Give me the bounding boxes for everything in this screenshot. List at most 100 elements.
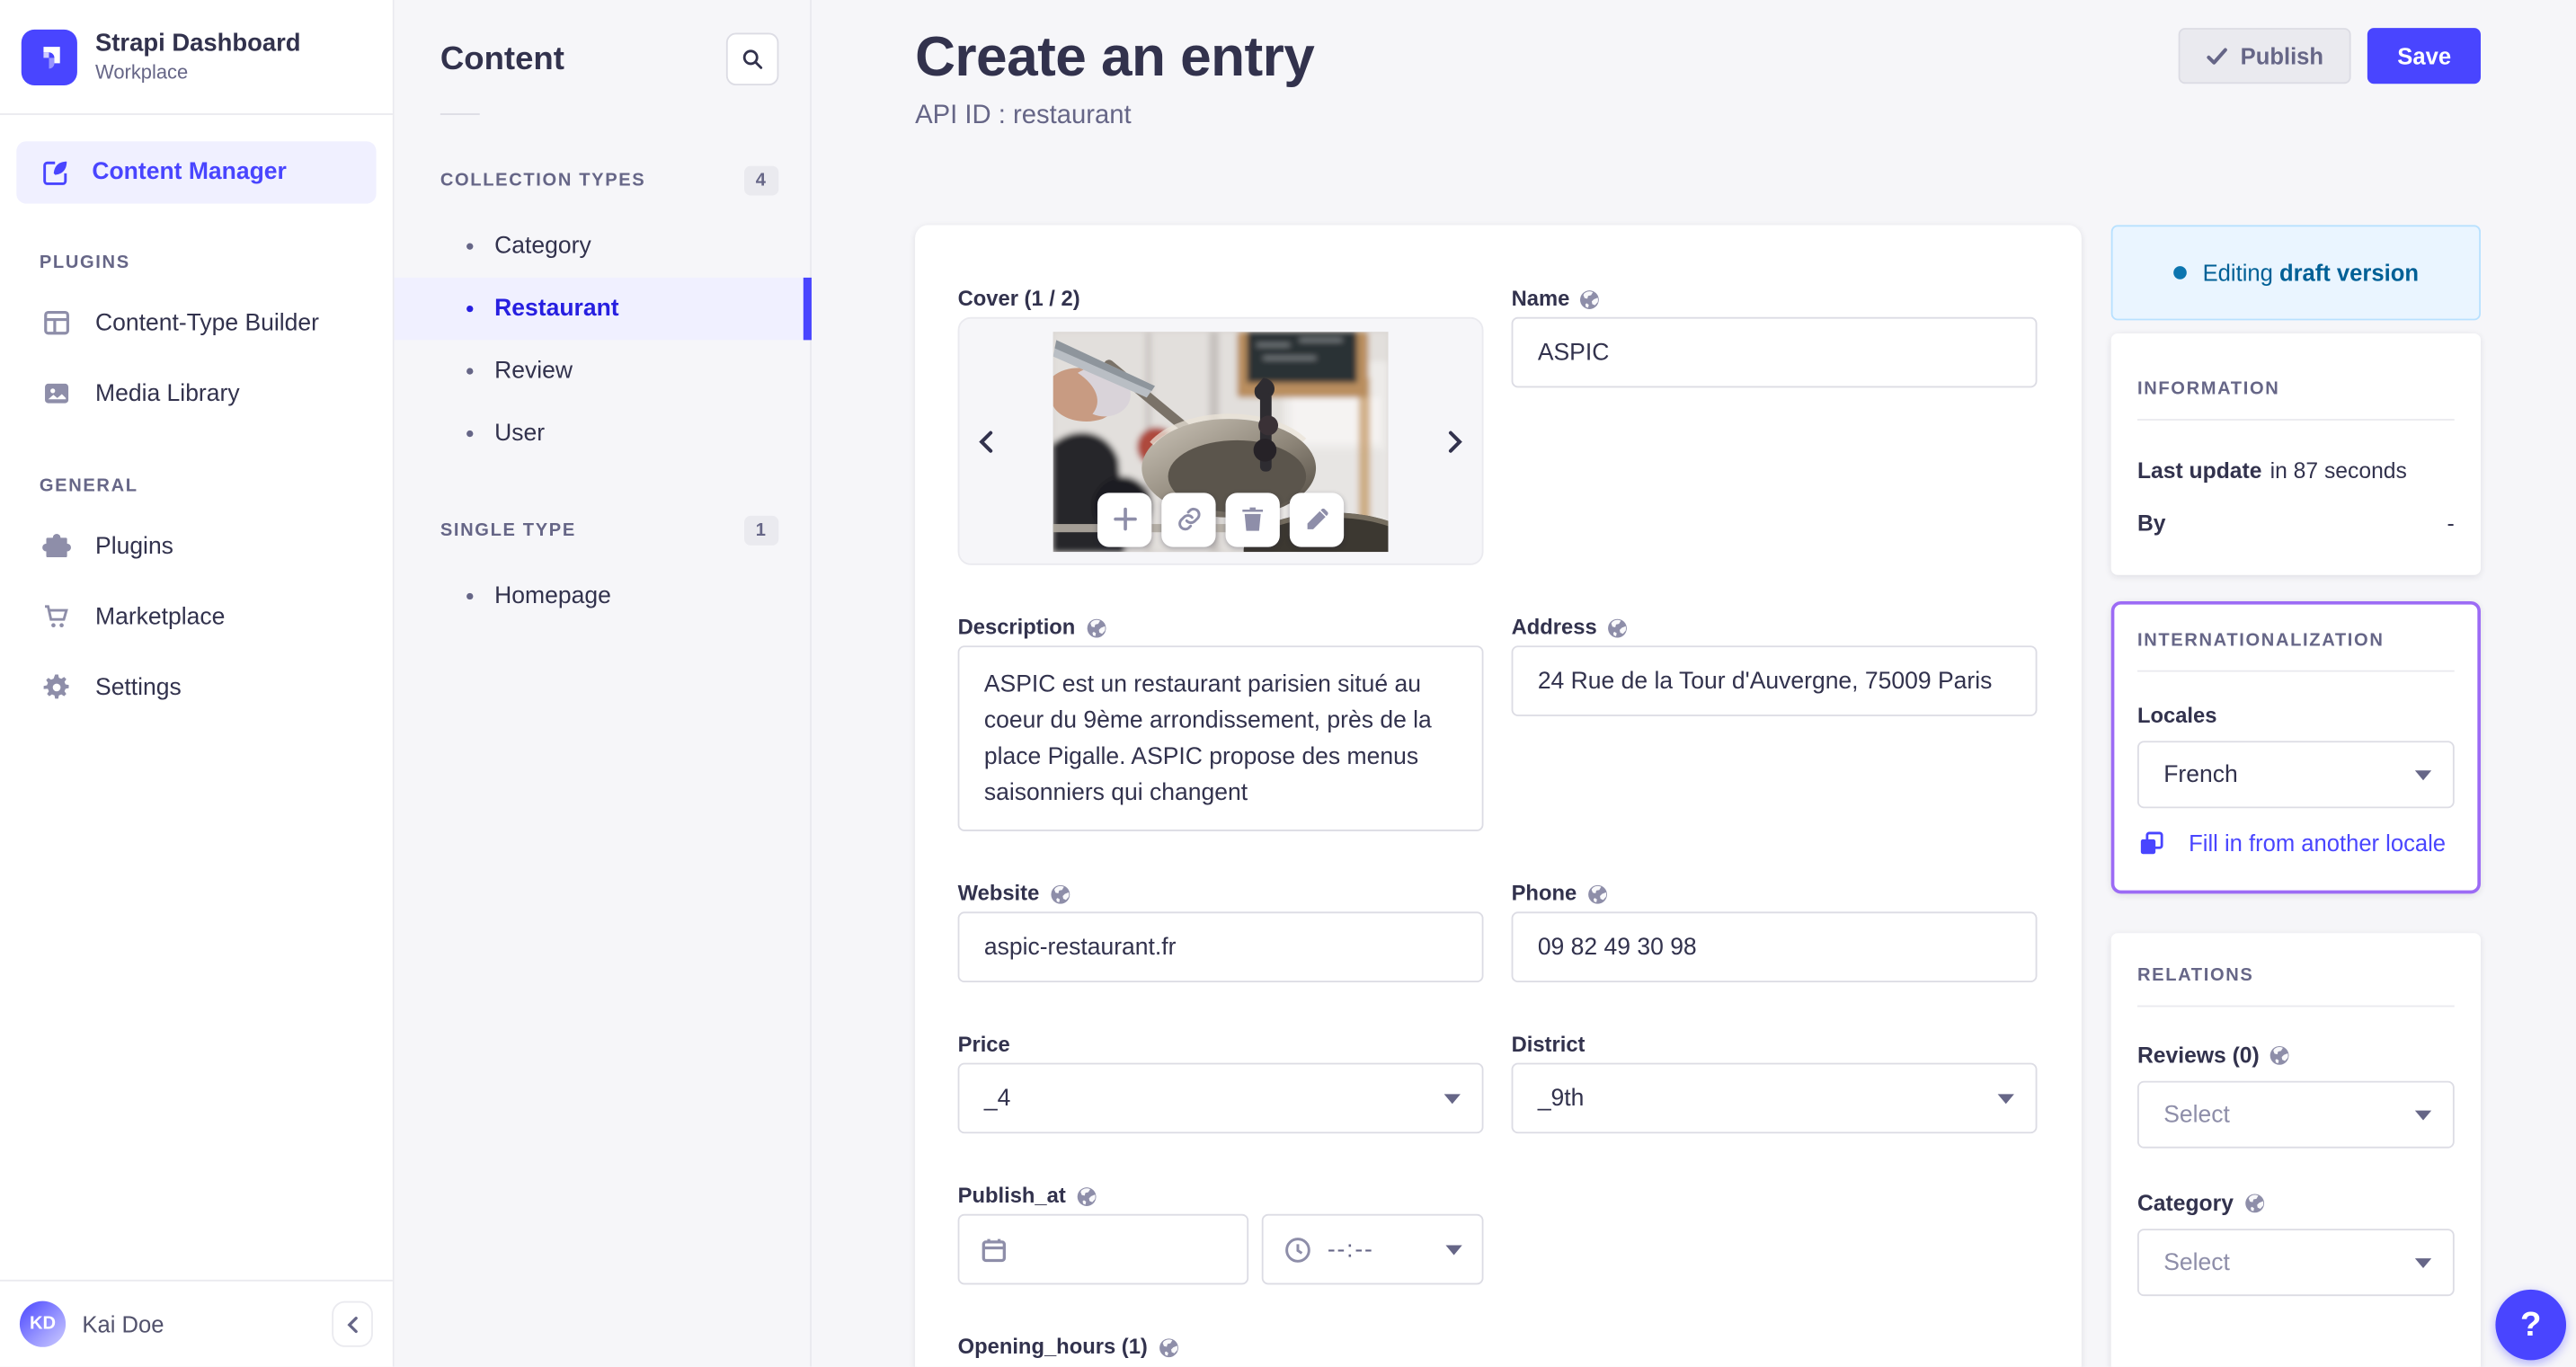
link-icon	[1177, 507, 1200, 531]
publish-button[interactable]: Publish	[2178, 28, 2352, 84]
bullet-icon	[466, 592, 474, 600]
copy-link-button[interactable]	[1161, 492, 1216, 546]
content-subnav: Content COLLECTION TYPES 4 Category Rest…	[394, 0, 812, 1367]
price-select-value: _4	[983, 1085, 1011, 1112]
publish-at-field-label: Publish_at	[958, 1184, 1484, 1208]
sidebar-item-label: Settings	[95, 674, 182, 701]
subnav-group-collection-types: COLLECTION TYPES 4	[440, 165, 779, 196]
locale-select[interactable]: French	[2136, 741, 2455, 809]
subnav-item-user[interactable]: User	[395, 403, 810, 465]
internationalization-heading: INTERNATIONALIZATION	[2136, 630, 2385, 651]
district-select-value: _9th	[1537, 1085, 1585, 1112]
search-button[interactable]	[725, 32, 779, 86]
fill-from-locale-link[interactable]: Fill in from another locale	[2137, 826, 2455, 860]
sidebar-item-marketplace[interactable]: Marketplace	[0, 583, 393, 651]
search-icon	[742, 49, 763, 69]
globe-icon	[1050, 883, 1070, 903]
carousel-next-button[interactable]	[1437, 423, 1473, 459]
divider	[440, 113, 480, 115]
website-field-label: Website	[958, 882, 1484, 906]
address-input[interactable]	[1511, 645, 2038, 716]
divider	[2136, 419, 2455, 421]
reviews-select[interactable]: Select	[2136, 1080, 2455, 1149]
reviews-field-label: Reviews (0)	[2137, 1043, 2455, 1068]
workspace-switcher[interactable]: Strapi Dashboard Workplace	[0, 0, 393, 115]
last-update-row: Last update in 87 seconds	[2136, 457, 2407, 484]
chevron-down-icon	[1997, 1093, 2014, 1104]
layout-icon	[40, 306, 73, 340]
count-badge: 4	[743, 165, 779, 196]
description-textarea[interactable]: ASPIC est un restaurant parisien situé a…	[957, 645, 1484, 831]
subnav-item-category[interactable]: Category	[395, 215, 810, 277]
sidebar-item-content-type-builder[interactable]: Content-Type Builder	[0, 289, 393, 357]
collapse-sidebar-button[interactable]	[332, 1300, 373, 1347]
edit-asset-button[interactable]	[1289, 492, 1345, 546]
cover-photo	[1053, 331, 1389, 552]
subnav-group-single-type: SINGLE TYPE 1	[440, 515, 779, 546]
subnav-item-review[interactable]: Review	[395, 340, 810, 402]
check-icon	[2206, 47, 2227, 64]
sidebar-section-plugins: PLUGINS	[39, 253, 130, 273]
feather-edit-icon	[38, 156, 71, 190]
strapi-app: Strapi Dashboard Workplace Content Manag…	[0, 0, 2576, 1367]
relations-card: RELATIONS Reviews (0) Select Category Se…	[2110, 933, 2481, 1367]
plus-icon	[1113, 507, 1136, 531]
globe-icon	[1077, 1186, 1097, 1206]
divider	[2136, 1005, 2455, 1007]
sidebar-item-label: Media Library	[95, 380, 240, 407]
name-input[interactable]	[1511, 316, 2038, 388]
website-input[interactable]	[957, 911, 1484, 983]
cart-icon	[40, 600, 73, 634]
subnav-item-label: User	[494, 420, 546, 448]
publish-date-picker[interactable]	[957, 1213, 1249, 1285]
entry-side-panel: Editing draft version INFORMATION Last u…	[2110, 225, 2481, 1367]
price-select[interactable]: _4	[957, 1062, 1484, 1134]
relations-heading: RELATIONS	[2136, 965, 2254, 986]
sidebar-item-media-library[interactable]: Media Library	[0, 360, 393, 427]
draft-status-text: Editing draft version	[2202, 259, 2419, 287]
help-button[interactable]: ?	[2495, 1289, 2567, 1361]
trash-icon	[1242, 507, 1264, 531]
cover-photo-actions	[1097, 492, 1345, 546]
bullet-icon	[466, 368, 474, 375]
subnav-item-homepage[interactable]: Homepage	[395, 565, 810, 627]
media-icon	[40, 377, 73, 410]
cover-carousel	[957, 316, 1484, 565]
bullet-icon	[466, 305, 474, 313]
sidebar-item-label: Marketplace	[95, 603, 226, 630]
chevron-right-icon	[1448, 430, 1462, 452]
avatar: KD	[19, 1300, 67, 1347]
delete-asset-button[interactable]	[1225, 492, 1280, 546]
publish-label: Publish	[2240, 42, 2324, 69]
globe-icon	[1159, 1337, 1178, 1357]
district-field-label: District	[1511, 1031, 1586, 1057]
phone-input[interactable]	[1511, 911, 2038, 983]
time-placeholder: --:--	[1327, 1236, 1374, 1263]
by-row: By -	[2136, 510, 2455, 536]
subnav-item-restaurant[interactable]: Restaurant	[394, 277, 812, 341]
sidebar-item-settings[interactable]: Settings	[0, 653, 393, 721]
workspace-title: Strapi Dashboard	[95, 29, 301, 58]
sidebar-item-label: Plugins	[95, 533, 173, 560]
chevron-left-icon	[979, 430, 993, 452]
chevron-left-icon	[347, 1316, 358, 1333]
divider	[2136, 670, 2455, 672]
locales-label: Locales	[2136, 703, 2217, 728]
carousel-prev-button[interactable]	[968, 423, 1004, 459]
internationalization-card: INTERNATIONALIZATION Locales French Fill…	[2110, 600, 2481, 894]
district-select[interactable]: _9th	[1511, 1062, 2038, 1134]
strapi-logo	[21, 28, 77, 85]
puzzle-icon	[40, 529, 73, 563]
add-asset-button[interactable]	[1097, 492, 1152, 546]
category-select[interactable]: Select	[2136, 1229, 2455, 1297]
globe-icon	[1608, 617, 1627, 637]
locale-select-value: French	[2163, 761, 2238, 788]
save-button[interactable]: Save	[2367, 28, 2481, 84]
globe-icon	[2244, 1194, 2264, 1213]
copy-icon	[2140, 831, 2163, 855]
pencil-icon	[1307, 507, 1328, 528]
group-label: SINGLE TYPE	[440, 520, 576, 541]
sidebar-item-plugins[interactable]: Plugins	[0, 512, 393, 580]
sidebar-item-content-manager[interactable]: Content Manager	[16, 141, 377, 204]
publish-time-picker[interactable]: --:--	[1261, 1213, 1484, 1285]
